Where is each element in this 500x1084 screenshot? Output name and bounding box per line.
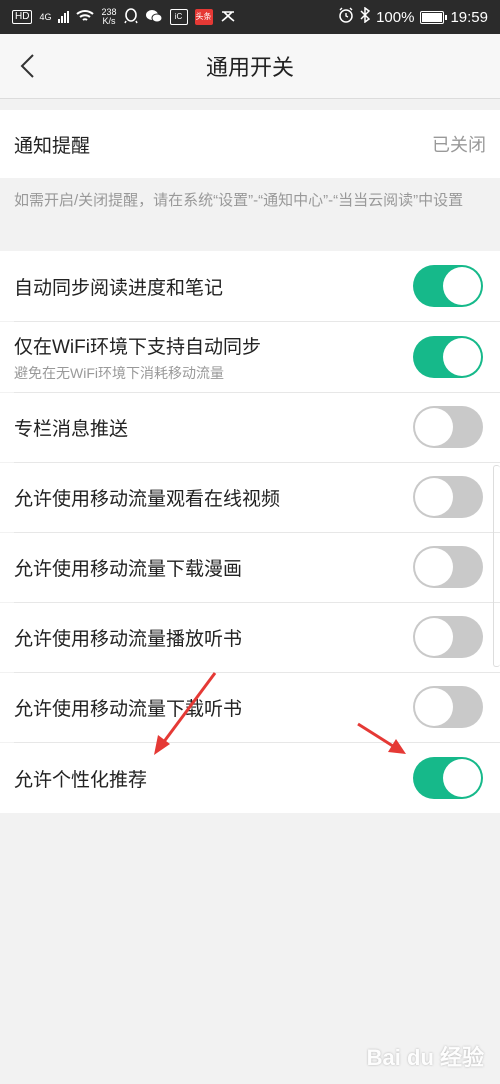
setting-row-mobile-video: 允许使用移动流量观看在线视频 [0,463,500,532]
alarm-icon [338,7,354,27]
toggle-knob [415,478,453,516]
wifi-icon [76,9,95,26]
page-title: 通用开关 [205,55,294,80]
toggle-knob [443,759,481,797]
setting-sublabel: 避免在无WiFi环境下消耗移动流量 [14,364,224,381]
toggle-knob [443,338,481,376]
app-notification-icon: iC [169,9,188,25]
mobile-audiobook-download-toggle[interactable] [413,686,483,728]
setting-label: 允许使用移动流量观看在线视频 [14,489,281,510]
setting-row-mobile-comic: 允许使用移动流量下载漫画 [0,533,500,602]
mobile-video-toggle[interactable] [413,476,483,518]
personalized-recommend-toggle[interactable] [413,757,483,799]
mobile-comic-toggle[interactable] [413,546,483,588]
setting-row-wifi-only-sync: 仅在WiFi环境下支持自动同步 避免在无WiFi环境下消耗移动流量 [0,322,500,392]
setting-row-auto-sync: 自动同步阅读进度和笔记 [0,251,500,321]
toggle-knob [415,408,453,446]
setting-label: 允许使用移动流量下载听书 [14,699,243,720]
battery-icon [420,10,448,24]
baidu-jingyan-watermark: Bai du 经验 [366,1045,484,1070]
setting-label: 仅在WiFi环境下支持自动同步 [14,336,261,358]
setting-label: 专栏消息推送 [14,419,129,440]
clock: 19:59 [450,8,488,26]
wechat-icon [145,9,163,26]
bluetooth-icon [360,6,371,27]
setting-row-mobile-audiobook-download: 允许使用移动流量下载听书 [0,673,500,742]
hd-indicator: HD [12,10,33,24]
wifi-only-sync-toggle[interactable] [413,336,483,378]
setting-row-column-push: 专栏消息推送 [0,393,500,462]
net-speed: 238 K/s [101,7,117,26]
toutiao-icon: 头条 [194,9,213,25]
back-arrow-icon[interactable] [14,52,42,80]
battery-percent: 100% [376,8,415,26]
toggle-knob [415,688,453,726]
toggle-knob [415,618,453,656]
notification-row[interactable]: 通知提醒 已关闭 [0,110,500,178]
setting-label: 允许个性化推荐 [14,769,148,791]
notification-hint: 如需开启/关闭提醒，请在系统“设置”-“通知中心”-“当当云阅读”中设置 [0,178,500,250]
network-type: 4G [39,11,52,22]
scroll-indicator [493,465,500,667]
dangdang-icon [220,9,236,26]
setting-label: 允许使用移动流量下载漫画 [14,559,243,580]
setting-label: 允许使用移动流量播放听书 [14,629,243,650]
setting-row-personalized-recommend: 允许个性化推荐 [0,743,500,813]
qq-icon [123,7,138,27]
status-bar: HD 4G 238 K/s iC 头条 100% 19:59 [0,0,500,34]
notification-label: 通知提醒 [14,135,91,157]
signal-icon [58,11,70,23]
toggle-knob [443,267,481,305]
setting-row-mobile-audiobook-play: 允许使用移动流量播放听书 [0,603,500,672]
toggle-knob [415,548,453,586]
setting-label: 自动同步阅读进度和笔记 [14,277,224,299]
auto-sync-toggle[interactable] [413,265,483,307]
column-push-toggle[interactable] [413,406,483,448]
notification-status: 已关闭 [432,135,486,155]
mobile-audiobook-play-toggle[interactable] [413,616,483,658]
top-bar: 通用开关 [0,34,500,99]
